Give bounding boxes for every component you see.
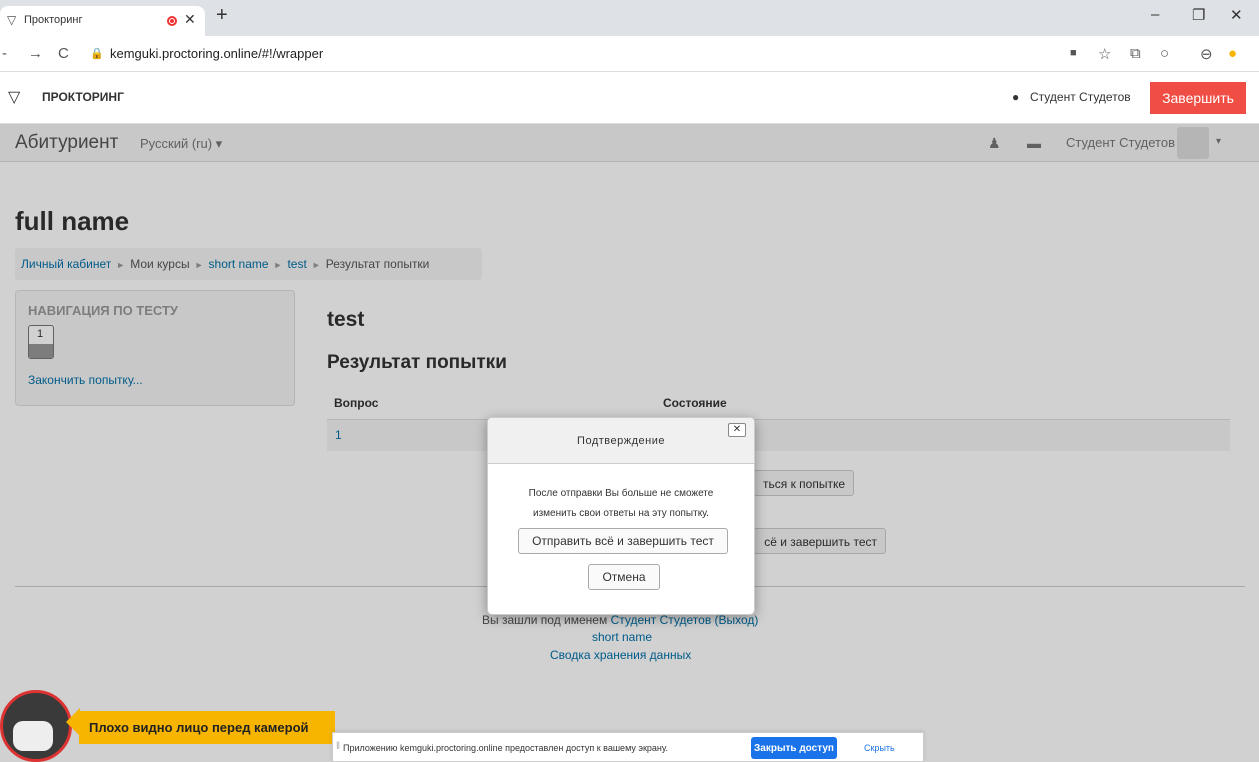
dialog-header: Подтверждение ✕ <box>488 418 754 464</box>
user-icon: ● <box>1012 90 1020 104</box>
share-message: Приложению kemguki.proctoring.online пре… <box>343 743 668 753</box>
browser-tab[interactable]: ▽ Прокторинг ✕ <box>0 6 205 36</box>
screen-share-bar: ‖ Приложению kemguki.proctoring.online п… <box>332 732 924 762</box>
new-tab-icon[interactable]: + <box>216 4 228 27</box>
finish-button[interactable]: Завершить <box>1150 82 1246 114</box>
proctoring-logo-icon: ▽ <box>8 89 21 106</box>
drag-handle-icon[interactable]: ‖ <box>336 741 340 752</box>
address-bar: - → C 🔒 kemguki.proctoring.online/#!/wra… <box>0 36 1259 72</box>
extension-circle-icon[interactable]: ○ <box>1160 45 1169 62</box>
browser-tab-bar: ▽ Прокторинг ✕ + – ❐ ✕ <box>0 0 1259 36</box>
submit-and-finish-button[interactable]: Отправить всё и завершить тест <box>518 528 728 554</box>
camera-icon[interactable]: ■ <box>1070 47 1077 59</box>
back-icon[interactable]: - <box>2 45 7 62</box>
camera-warning: Плохо видно лицо перед камерой <box>79 711 335 744</box>
warning-pointer <box>66 708 80 736</box>
recording-icon <box>167 16 177 26</box>
minimize-icon[interactable]: – <box>1151 6 1159 23</box>
maximize-icon[interactable]: ❐ <box>1192 6 1205 24</box>
update-icon[interactable]: ● <box>1228 45 1237 62</box>
forward-icon[interactable]: → <box>28 45 43 62</box>
url-field[interactable]: kemguki.proctoring.online/#!/wrapper <box>110 46 323 61</box>
bookmark-star-icon[interactable]: ☆ <box>1098 45 1111 63</box>
confirmation-dialog: Подтверждение ✕ После отправки Вы больше… <box>487 417 755 615</box>
profile-icon[interactable]: ⊖ <box>1200 45 1213 63</box>
proctoring-user: Студент Студетов <box>1030 90 1131 104</box>
cancel-button[interactable]: Отмена <box>588 564 660 590</box>
proctoring-bar: ▽ ПРОКТОРИНГ ● Студент Студетов Завершит… <box>0 72 1259 124</box>
reload-icon[interactable]: C <box>58 45 69 62</box>
extension-icon[interactable]: ⧉ <box>1130 45 1141 62</box>
stop-sharing-button[interactable]: Закрыть доступ <box>751 737 837 759</box>
dialog-title: Подтверждение <box>577 435 665 447</box>
proctoring-title: ПРОКТОРИНГ <box>42 90 124 104</box>
shield-icon: ▽ <box>7 13 17 27</box>
tab-title: Прокторинг <box>24 14 83 26</box>
window-close-icon[interactable]: ✕ <box>1230 6 1243 24</box>
hide-link[interactable]: Скрыть <box>864 743 895 753</box>
tab-close-icon[interactable]: ✕ <box>184 11 196 28</box>
lock-icon: 🔒 <box>90 48 104 60</box>
close-icon[interactable]: ✕ <box>728 423 746 437</box>
dialog-message: После отправки Вы больше не сможете изме… <box>528 488 714 519</box>
webcam-preview <box>0 690 72 762</box>
